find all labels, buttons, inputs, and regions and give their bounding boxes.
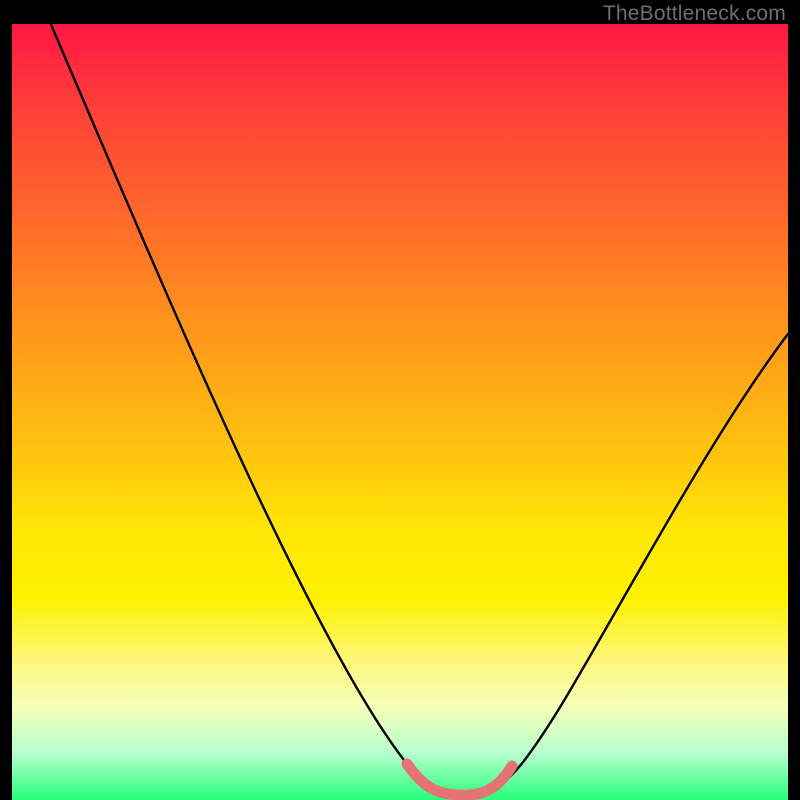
chart-frame (12, 24, 788, 800)
chart-background-gradient (12, 24, 788, 800)
watermark-text: TheBottleneck.com (603, 2, 786, 26)
